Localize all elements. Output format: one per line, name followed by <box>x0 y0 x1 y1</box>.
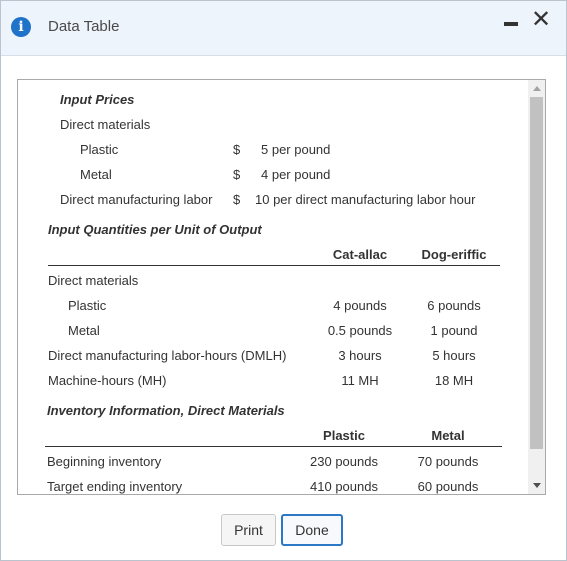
plastic-price-value: 5 per pound <box>261 142 331 157</box>
minimize-icon[interactable] <box>504 22 518 26</box>
scroll-up-icon[interactable] <box>533 86 541 91</box>
cell-plastic-dog-eriffic: 6 pounds <box>427 298 481 313</box>
cell-beginning-plastic: 230 pounds <box>310 454 378 469</box>
header-divider <box>48 265 500 266</box>
column-header-dog-eriffic: Dog-eriffic <box>421 247 487 262</box>
inventory-heading: Inventory Information, Direct Materials <box>47 403 285 418</box>
cell-mh-cat-allac: 11 MH <box>341 373 379 388</box>
cell-plastic-cat-allac: 4 pounds <box>333 298 387 313</box>
metal-price-currency: $ <box>233 167 241 182</box>
cell-ending-metal: 60 pounds <box>417 479 479 494</box>
done-button[interactable]: Done <box>281 514 343 546</box>
data-table-content[interactable]: Input Prices Direct materials Plastic $ … <box>17 79 546 495</box>
inventory-header-divider <box>45 446 502 447</box>
column-header-plastic: Plastic <box>323 428 365 443</box>
cell-dmlh-dog-eriffic: 5 hours <box>432 348 476 363</box>
cell-metal-cat-allac: 0.5 pounds <box>327 323 393 338</box>
column-header-cat-allac: Cat-allac <box>332 247 388 262</box>
close-icon[interactable]: ✕ <box>528 6 554 32</box>
plastic-price-currency: $ <box>233 142 241 157</box>
column-header-metal: Metal <box>431 428 465 443</box>
input-prices-heading: Input Prices <box>60 92 135 107</box>
metal-price-value: 4 per pound <box>261 167 331 182</box>
quantities-direct-materials-label: Direct materials <box>48 273 139 288</box>
input-quantities-heading: Input Quantities per Unit of Output <box>48 222 262 237</box>
metal-price-label: Metal <box>80 167 112 182</box>
info-icon: i <box>11 17 31 37</box>
plastic-price-label: Plastic <box>80 142 119 157</box>
dialog-title: Data Table <box>48 18 120 35</box>
row-label-beginning-inventory: Beginning inventory <box>47 454 162 469</box>
scroll-down-icon[interactable] <box>533 483 541 488</box>
title-bar: i Data Table ✕ <box>1 1 566 56</box>
cell-mh-dog-eriffic: 18 MH <box>434 373 474 388</box>
data-table-dialog: i Data Table ✕ Input Prices Direct mater… <box>0 0 567 561</box>
scroll-thumb[interactable] <box>530 97 543 449</box>
labor-price-currency: $ <box>233 192 241 207</box>
print-button[interactable]: Print <box>221 514 276 546</box>
vertical-scrollbar[interactable] <box>528 80 545 494</box>
labor-price-value: 10 per direct manufacturing labor hour <box>255 192 476 207</box>
row-label-machine-hours: Machine-hours (MH) <box>48 373 167 388</box>
cell-dmlh-cat-allac: 3 hours <box>338 348 382 363</box>
row-label-target-ending-inventory: Target ending inventory <box>47 479 183 494</box>
direct-materials-label: Direct materials <box>60 117 151 132</box>
row-label-dmlh: Direct manufacturing labor-hours (DMLH) <box>48 348 287 363</box>
cell-beginning-metal: 70 pounds <box>417 454 479 469</box>
row-label-plastic: Plastic <box>68 298 107 313</box>
cell-ending-plastic: 410 pounds <box>310 479 378 494</box>
row-label-metal: Metal <box>68 323 100 338</box>
labor-price-label: Direct manufacturing labor <box>60 192 213 207</box>
cell-metal-dog-eriffic: 1 pound <box>430 323 478 338</box>
